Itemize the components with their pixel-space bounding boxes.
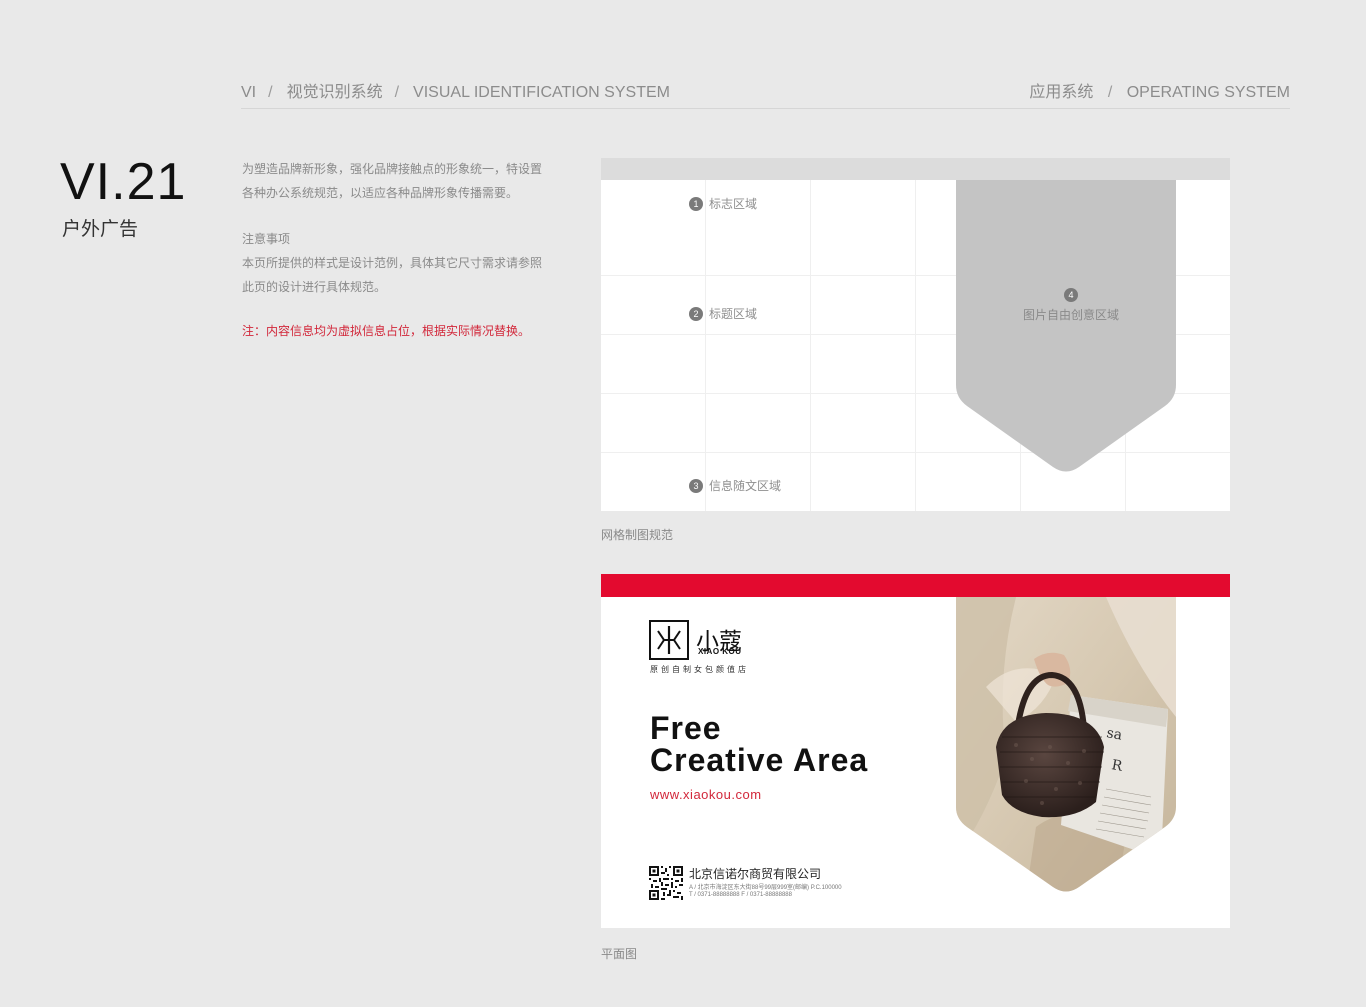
zone-number: 2: [689, 306, 703, 321]
chapter-number: VI.21: [60, 153, 187, 211]
product-photo: sa R: [956, 597, 1176, 892]
billboard-red-bar: [601, 574, 1230, 597]
company-address: A / 北京市海淀区东大街88号99层999室(邮编) P.C.100000: [689, 885, 842, 891]
zone-info: 3 信息随文区域: [689, 477, 781, 494]
section-separator: /: [1107, 84, 1113, 101]
brand-tagline: 原创自制女包颜值店: [650, 665, 749, 674]
headline-line-1: Free: [650, 710, 722, 746]
breadcrumb-separator: /: [268, 84, 273, 101]
zone-logo: 1 标志区域: [689, 195, 757, 212]
page-header: VI / 视觉识别系统 / VISUAL IDENTIFICATION SYSTEM 应…: [241, 78, 1290, 109]
chapter-title: 户外广告: [62, 219, 139, 240]
billboard-url: www.xiaokou.com: [650, 787, 762, 802]
notes-body: 本页所提供的样式是设计范例，具体其它尺寸需求请参照此页的设计进行具体规范。: [242, 256, 543, 294]
zone-number: 4: [1064, 288, 1078, 302]
company-name: 北京信诺尔商贸有限公司: [689, 867, 822, 881]
zone-number: 3: [689, 478, 703, 493]
zone-label: 信息随文区域: [709, 479, 782, 493]
section-en: OPERATING SYSTEM: [1126, 84, 1290, 101]
brand-name-en: XIAO KOU: [698, 647, 742, 656]
company-phone: T / 0371-88888888 F / 0371-88888888: [689, 892, 792, 898]
billboard-headline: Free Creative Area: [650, 712, 868, 776]
zone-number: 1: [689, 196, 703, 211]
breadcrumb-cn: 视觉识别系统: [286, 84, 383, 101]
image-area-shape: [956, 180, 1176, 472]
breadcrumb-en: VISUAL IDENTIFICATION SYSTEM: [413, 84, 670, 101]
qr-code-icon: [649, 866, 683, 900]
headline-line-2: Creative Area: [650, 742, 869, 778]
disclaimer-text: 注：内容信息均为虚拟信息占位，根据实际情况替换。: [242, 324, 531, 338]
notes-title: 注意事项: [242, 232, 291, 246]
brand-logo-icon: [649, 620, 689, 660]
intro-text: 为塑造品牌新形象，强化品牌接触点的形象统一，特设置各种办公系统规范，以适应各种品…: [242, 162, 543, 200]
zone-title: 2 标题区域: [689, 305, 757, 322]
grid-diagram: 1 标志区域 2 标题区域 3 信息随文区域 4 图片自由创意区域: [601, 158, 1230, 511]
breadcrumb-vi: VI: [241, 84, 257, 101]
breadcrumb: VI / 视觉识别系统 / VISUAL IDENTIFICATION SYSTEM: [241, 78, 682, 102]
description-block: 为塑造品牌新形象，强化品牌接触点的形象统一，特设置各种办公系统规范，以适应各种品…: [242, 157, 542, 343]
grid-caption: 网格制图规范: [601, 528, 674, 542]
zone-label: 图片自由创意区域: [1022, 308, 1119, 322]
section-cn: 应用系统: [1029, 84, 1094, 101]
zone-image: 4 图片自由创意区域: [956, 288, 1186, 323]
section-label: 应用系统 / OPERATING SYSTEM: [1019, 78, 1290, 102]
zone-label: 标题区域: [709, 307, 758, 321]
svg-text:sa: sa: [1105, 725, 1123, 743]
zone-label: 标志区域: [709, 197, 758, 211]
breadcrumb-separator: /: [394, 84, 400, 101]
billboard-mockup: 小蔻 XIAO KOU 原创自制女包颜值店 Free Creative Area…: [601, 574, 1230, 928]
billboard-caption: 平面图: [601, 947, 638, 961]
